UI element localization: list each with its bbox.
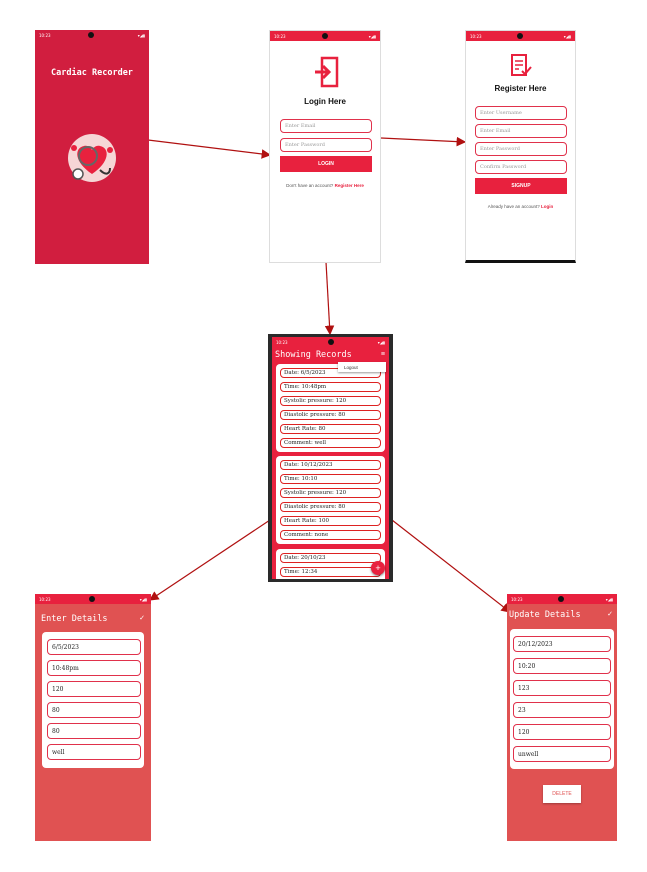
confirm-password-placeholder: Confirm Password: [480, 164, 527, 170]
login-icon: [315, 56, 339, 88]
register-screen: 10:23 ▾◢▮ Register Here Enter Username E…: [465, 30, 576, 263]
camera-icon: [88, 32, 94, 38]
heart-rate-input[interactable]: 80: [47, 723, 141, 739]
time-input[interactable]: 10:20: [513, 658, 611, 674]
record-diastolic: Diastolic pressure: 80: [280, 410, 381, 420]
register-prompt-text: Don't have an account?: [286, 183, 334, 188]
arrow-records-to-update: [391, 519, 511, 613]
status-time: 10:23: [39, 32, 51, 38]
camera-icon: [322, 33, 328, 39]
arrow-login-to-register: [380, 136, 467, 147]
record-diastolic: Diastolic pressure: 80: [280, 502, 381, 512]
save-check-icon[interactable]: ✓: [139, 614, 145, 622]
logout-menu-item[interactable]: Logout: [344, 365, 358, 370]
arrow-records-to-enter: [149, 519, 271, 601]
record-systolic: Systolic pressure: 120: [280, 488, 381, 498]
password-placeholder: Enter Password: [480, 146, 520, 152]
register-icon: [511, 54, 532, 76]
login-prompt-text: Already have an account?: [487, 204, 540, 209]
update-details-screen: 10:23 ▾◢▮ Update Details ✓ 20/12/2023 10…: [507, 594, 617, 841]
email-field[interactable]: Enter Email: [475, 124, 567, 138]
record-card[interactable]: Date: 6/5/2023 Time: 10:48pm Systolic pr…: [276, 364, 385, 452]
details-form: 6/5/2023 10:48pm 120 80 80 well: [42, 632, 144, 768]
status-time: 10:23: [276, 339, 288, 345]
signal-icons: ▾◢▮: [368, 33, 376, 39]
delete-button[interactable]: DELETE: [543, 785, 581, 803]
login-screen: 10:23 ▾◢▮ Login Here Enter Email Enter P…: [269, 30, 381, 263]
register-link[interactable]: Register Here: [335, 183, 364, 188]
confirm-password-field[interactable]: Confirm Password: [475, 160, 567, 174]
arrow-login-to-records: [324, 261, 335, 336]
systolic-input[interactable]: 120: [47, 681, 141, 697]
systolic-input[interactable]: 123: [513, 680, 611, 696]
enter-details-title: Enter Details: [41, 614, 108, 624]
update-details-title: Update Details: [509, 610, 581, 620]
logout-menu[interactable]: Logout: [338, 362, 386, 372]
password-field[interactable]: Enter Password: [475, 142, 567, 156]
record-comment: Comment: well: [280, 438, 381, 448]
login-title: Login Here: [304, 97, 346, 106]
overflow-menu-icon[interactable]: ≡: [381, 351, 385, 358]
record-card[interactable]: Date: 20/10/23 Time: 12:34: [276, 549, 385, 579]
date-input[interactable]: 6/5/2023: [47, 639, 141, 655]
splash-screen: 10:23 ▾◢▮ Cardiac Recorder: [35, 30, 149, 264]
record-date: Date: 10/12/2023: [280, 460, 381, 470]
camera-icon: [328, 339, 334, 345]
status-time: 10:23: [511, 596, 523, 602]
register-title: Register Here: [494, 84, 547, 93]
record-comment: Comment: none: [280, 530, 381, 540]
login-button[interactable]: LOGIN: [280, 156, 372, 172]
login-link[interactable]: Login: [541, 204, 553, 209]
records-inner: 10:23 ▾◢▮ Showing Records ≡ Date: 6/5/20…: [272, 337, 389, 579]
arrow-splash-to-login: [147, 139, 272, 159]
signal-icons: ▾◢▮: [139, 596, 147, 602]
username-placeholder: Enter Username: [480, 110, 522, 116]
status-time: 10:23: [470, 33, 482, 39]
signal-icons: ▾◢▮: [137, 32, 145, 38]
register-prompt: Don't have an account? Register Here: [270, 183, 380, 188]
password-field[interactable]: Enter Password: [280, 138, 372, 152]
email-placeholder: Enter Email: [285, 123, 316, 129]
date-input[interactable]: 20/12/2023: [513, 636, 611, 652]
time-input[interactable]: 10:48pm: [47, 660, 141, 676]
camera-icon: [89, 596, 95, 602]
comment-input[interactable]: well: [47, 744, 141, 760]
details-form: 20/12/2023 10:20 123 23 120 unwell: [510, 629, 614, 769]
email-field[interactable]: Enter Email: [280, 119, 372, 133]
signal-icons: ▾◢▮: [605, 596, 613, 602]
record-time: Time: 10:48pm: [280, 382, 381, 392]
login-prompt: Already have an account? Login: [466, 204, 575, 209]
record-card[interactable]: Date: 10/12/2023 Time: 10:10 Systolic pr…: [276, 456, 385, 544]
camera-icon: [558, 596, 564, 602]
record-time: Time: 10:10: [280, 474, 381, 484]
app-title: Cardiac Recorder: [51, 68, 133, 78]
username-field[interactable]: Enter Username: [475, 106, 567, 120]
record-heart-rate: Heart Rate: 100: [280, 516, 381, 526]
signup-button[interactable]: SIGNUP: [475, 178, 567, 194]
status-time: 10:23: [39, 596, 51, 602]
heart-logo-icon: [68, 134, 116, 182]
password-placeholder: Enter Password: [285, 142, 325, 148]
save-check-icon[interactable]: ✓: [607, 610, 613, 618]
comment-input[interactable]: unwell: [513, 746, 611, 762]
record-heart-rate: Heart Rate: 80: [280, 424, 381, 434]
record-date: Date: 20/10/23: [280, 553, 381, 563]
signal-icons: ▾◢▮: [377, 339, 385, 345]
diastolic-input[interactable]: 80: [47, 702, 141, 718]
record-systolic: Systolic pressure: 120: [280, 396, 381, 406]
email-placeholder: Enter Email: [480, 128, 511, 134]
camera-icon: [517, 33, 523, 39]
enter-details-screen: 10:23 ▾◢▮ Enter Details ✓ 6/5/2023 10:48…: [35, 594, 151, 841]
records-title: Showing Records: [275, 350, 352, 360]
add-record-fab[interactable]: +: [371, 561, 385, 575]
status-time: 10:23: [274, 33, 286, 39]
heart-rate-input[interactable]: 120: [513, 724, 611, 740]
signal-icons: ▾◢▮: [563, 33, 571, 39]
diastolic-input[interactable]: 23: [513, 702, 611, 718]
record-time: Time: 12:34: [280, 567, 381, 577]
records-screen: 10:23 ▾◢▮ Showing Records ≡ Date: 6/5/20…: [268, 334, 393, 582]
